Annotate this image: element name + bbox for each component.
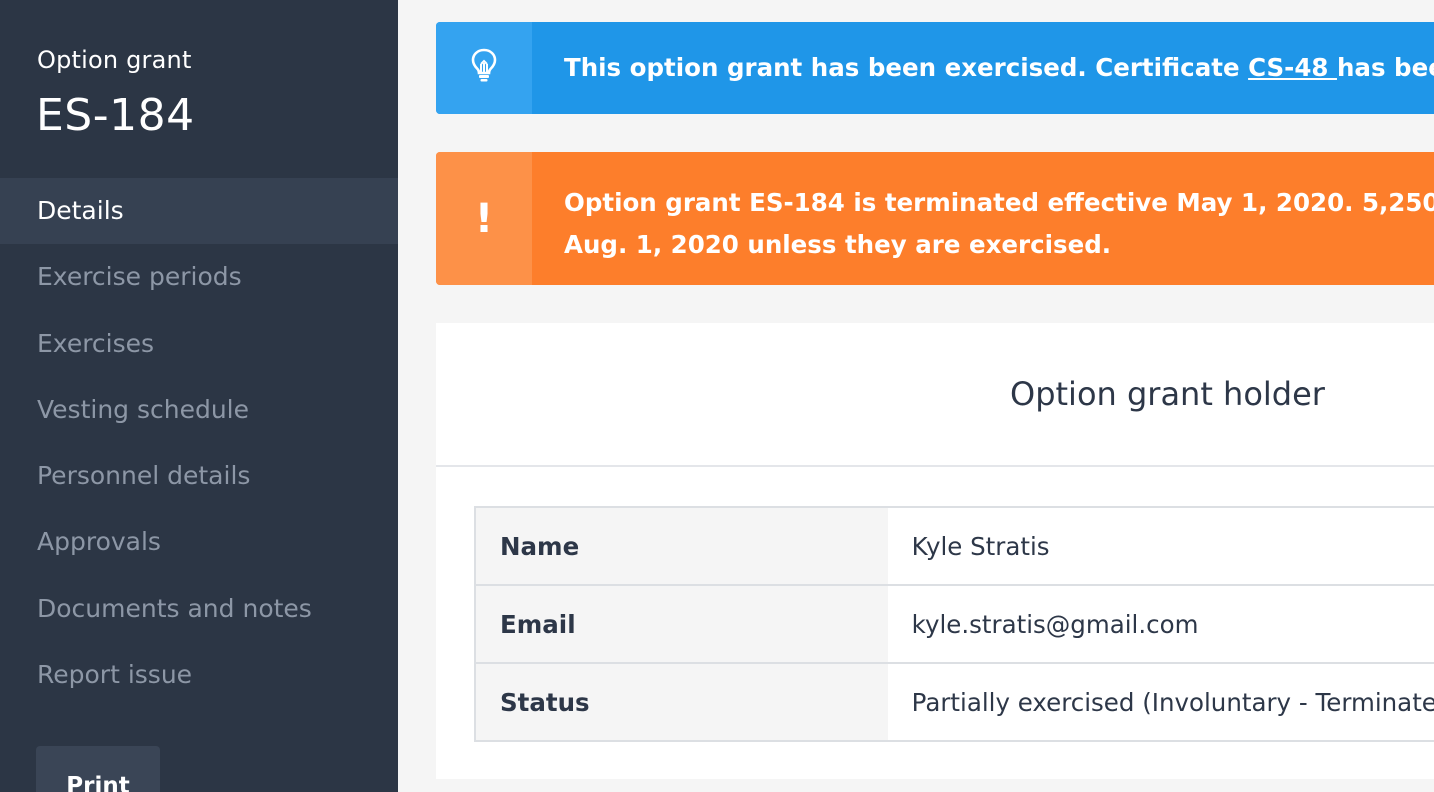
info-alert: This option grant has been exercised. Ce… [436,22,1434,114]
warning-alert-line-2: Aug. 1, 2020 unless they are exercised. [564,230,1112,259]
sidebar-nav: Details Exercise periods Exercises Vesti… [0,178,398,708]
info-alert-icon-box [436,22,532,114]
print-button[interactable]: Print [36,746,160,792]
name-value: Kyle Stratis [887,507,1434,586]
warning-alert-line-1: Option grant ES-184 is terminated effect… [564,188,1434,217]
sidebar-item-report-issue[interactable]: Report issue [0,642,398,708]
sidebar-subtitle: Option grant [37,46,192,74]
certificate-link[interactable]: CS-48 [1248,53,1337,82]
sidebar-item-documents-and-notes[interactable]: Documents and notes [0,576,398,642]
sidebar-item-vesting-schedule[interactable]: Vesting schedule [0,377,398,443]
info-alert-text: This option grant has been exercised. Ce… [564,53,1434,82]
name-label: Name [475,507,888,586]
card-title: Option grant holder [1010,375,1325,413]
sidebar-item-details[interactable]: Details [0,178,398,245]
table-row: Email kyle.stratis@gmail.com [475,585,1434,664]
sidebar-item-personnel-details[interactable]: Personnel details [0,443,398,509]
sidebar-item-exercises[interactable]: Exercises [0,311,398,377]
table-row: Name Kyle Stratis [475,507,1434,586]
email-value: kyle.stratis@gmail.com [887,585,1434,664]
sidebar-item-approvals[interactable]: Approvals [0,509,398,575]
info-alert-text-before: This option grant has been exercised. Ce… [564,53,1249,82]
warning-alert-text: Option grant ES-184 is terminated effect… [564,182,1434,266]
sidebar: Option grant ES-184 Details Exercise per… [0,0,398,792]
warning-alert-icon-box: ! [436,152,532,285]
table-row: Status Partially exercised (Involuntary … [475,663,1434,741]
sidebar-title: ES-184 [36,90,195,141]
status-label: Status [475,663,888,741]
exclamation-icon: ! [474,195,494,242]
info-alert-text-after: has been created [1336,53,1434,82]
holder-details-table: Name Kyle Stratis Email kyle.stratis@gma… [474,506,1434,742]
sidebar-item-exercise-periods[interactable]: Exercise periods [0,244,398,310]
status-value: Partially exercised (Involuntary - Termi… [887,663,1434,741]
lightbulb-icon [469,47,499,89]
card-header: Option grant holder [436,323,1434,467]
warning-alert: ! Option grant ES-184 is terminated effe… [436,152,1434,285]
email-label: Email [475,585,888,664]
option-grant-holder-card: Option grant holder Name Kyle Stratis Em… [436,323,1434,779]
